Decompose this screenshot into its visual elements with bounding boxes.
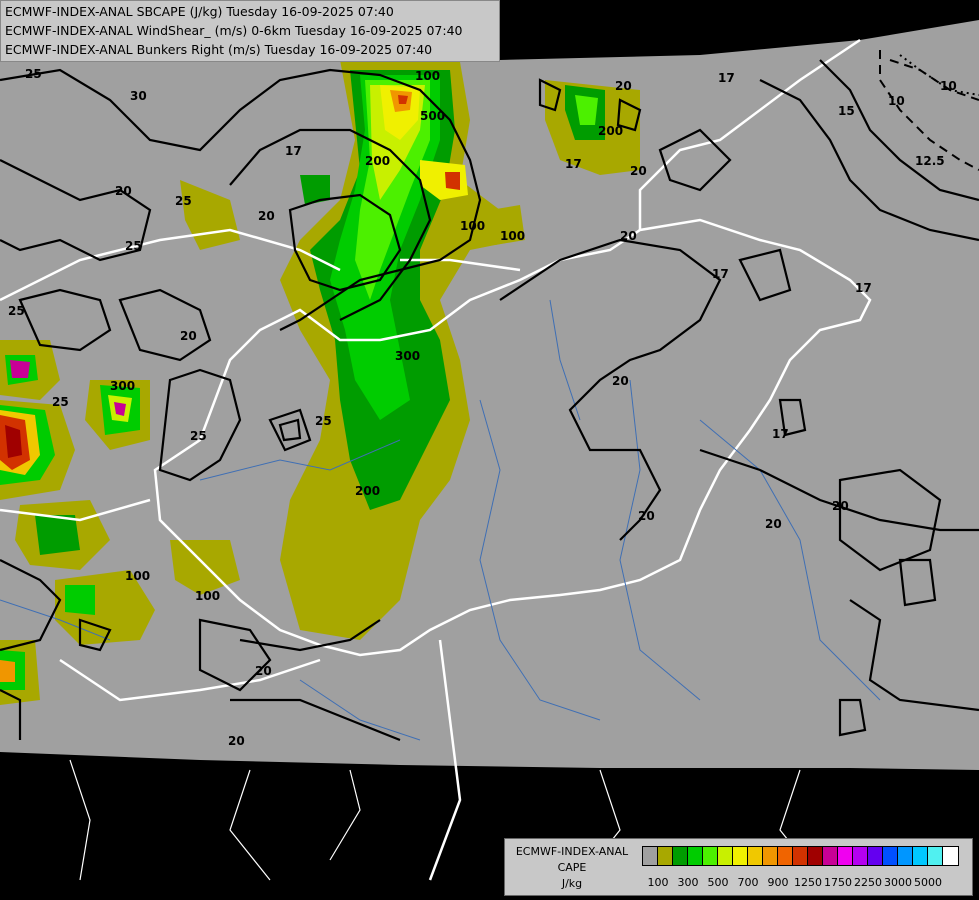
contour-label: 25 [125,239,142,253]
contour-label: 300 [395,349,420,363]
contour-label: 300 [110,379,135,393]
contour-label: 200 [365,154,390,168]
legend-title-source: ECMWF-INDEX-ANAL [515,845,629,858]
cape-legend: ECMWF-INDEX-ANAL CAPE J/kg 100 300 500 700 9… [504,838,973,896]
legend-tick-label: 5000 [914,876,942,889]
contour-label: 17 [712,267,729,281]
contour-label: 20 [765,517,782,531]
legend-title-param: CAPE [557,861,587,874]
contour-label: 17 [718,71,735,85]
contour-label: 17 [855,281,872,295]
weather-map: 25 30 20 17 25 20 25 25 17 20 20 20 17 1… [0,0,979,900]
legend-tick-label: 3000 [884,876,912,889]
contour-label: 100 [460,219,485,233]
legend-tick-label: 100 [647,876,669,889]
contour-label: 100 [195,589,220,603]
contour-label: 100 [415,69,440,83]
contour-label: 100 [125,569,150,583]
contour-label: 25 [175,194,192,208]
map-title-box: ECMWF-INDEX-ANAL SBCAPE (J/kg) Tuesday 1… [0,0,500,62]
contour-label: 500 [420,109,445,123]
contour-label: 17 [565,157,582,171]
contour-label: 20 [228,734,245,748]
legend-tick-label: 700 [737,876,759,889]
contour-label: 15 [838,104,855,118]
contour-label: 30 [130,89,147,103]
contour-label: 20 [258,209,275,223]
legend-tick-label: 300 [677,876,699,889]
legend-title-unit: J/kg [561,877,583,890]
contour-label: 200 [598,124,623,138]
contour-label: 25 [8,304,25,318]
legend-tick-label: 1750 [824,876,852,889]
contour-label: 10 [940,79,957,93]
legend-tick-label: 500 [707,876,729,889]
contour-label: 20 [832,499,849,513]
contour-label: 25 [52,395,69,409]
legend-swatch [942,846,959,866]
contour-label: 25 [190,429,207,443]
contour-label: 100 [500,229,525,243]
contour-label: 200 [355,484,380,498]
contour-label: 20 [638,509,655,523]
contour-label: 20 [630,164,647,178]
legend-tick-label: 2250 [854,876,882,889]
contour-label: 20 [615,79,632,93]
legend-tick-label: 900 [767,876,789,889]
title-line-sbcape: ECMWF-INDEX-ANAL SBCAPE (J/kg) Tuesday 1… [5,4,394,19]
contour-label: 17 [285,144,302,158]
contour-label: 20 [180,329,197,343]
contour-label: 10 [888,94,905,108]
contour-label: 20 [255,664,272,678]
contour-label: 17 [772,427,789,441]
contour-label: 25 [25,67,42,81]
contour-label: 20 [612,374,629,388]
contour-label: 20 [620,229,637,243]
title-line-windshear: ECMWF-INDEX-ANAL WindShear_ (m/s) 0-6km … [5,23,463,38]
contour-label: 25 [315,414,332,428]
contour-label: 20 [115,184,132,198]
title-line-bunkers: ECMWF-INDEX-ANAL Bunkers Right (m/s) Tue… [5,42,433,57]
contour-label: 12.5 [915,154,945,168]
legend-tick-label: 1250 [794,876,822,889]
